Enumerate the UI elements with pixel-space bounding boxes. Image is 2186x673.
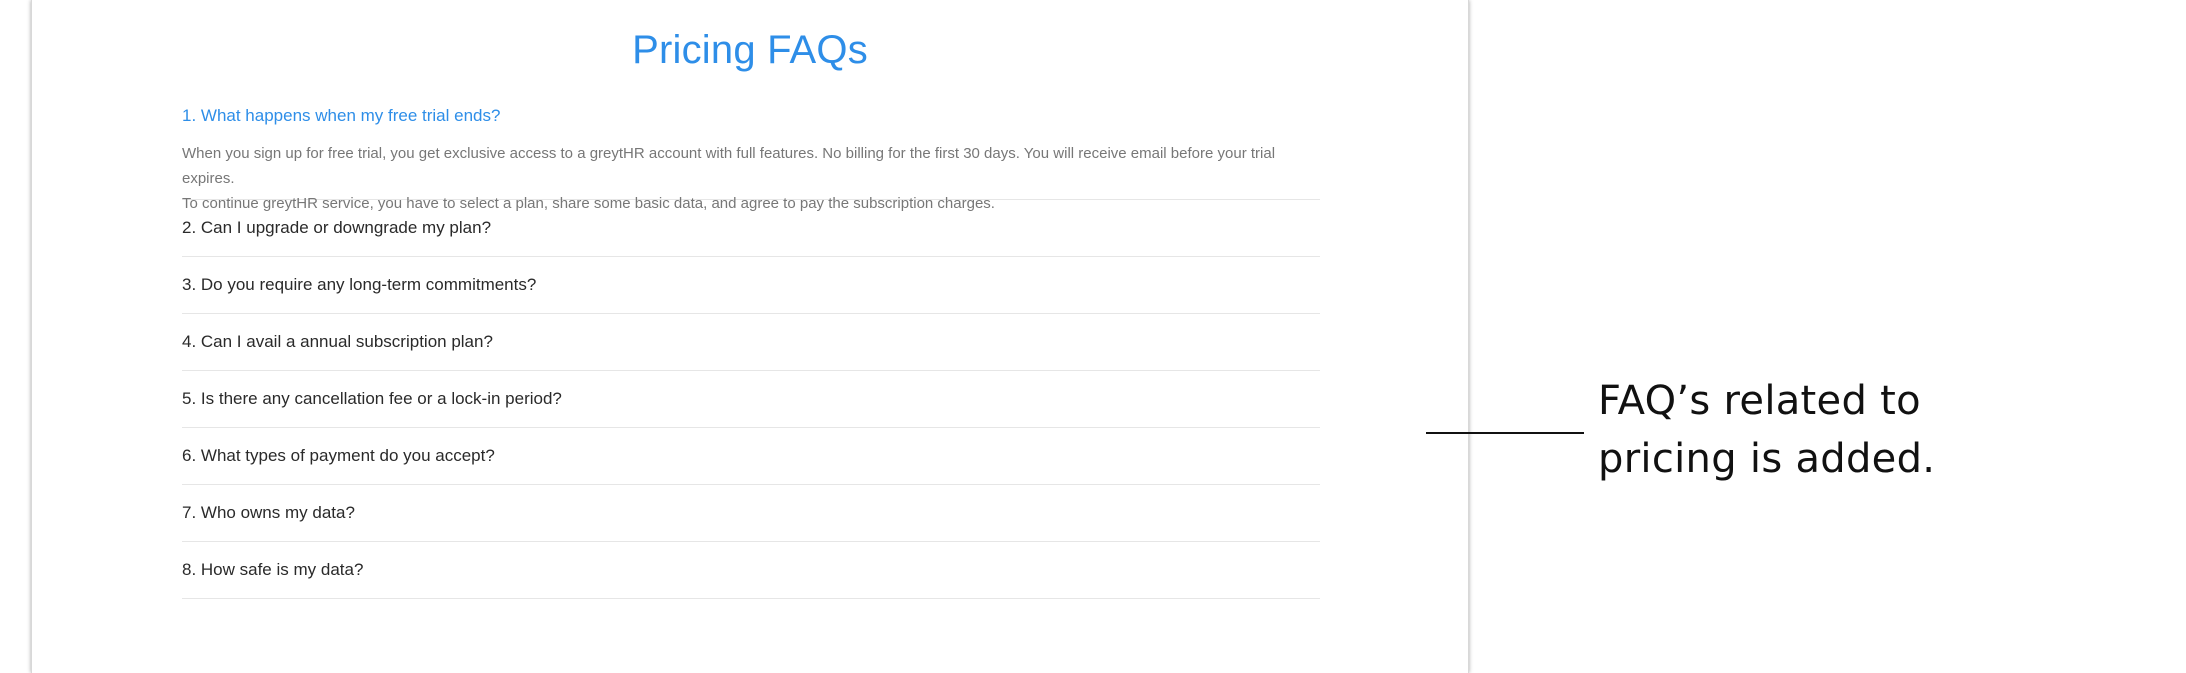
faq-question-7[interactable]: 7. Who owns my data?: [182, 503, 355, 523]
faq-question-1[interactable]: 1. What happens when my free trial ends?: [182, 105, 1320, 127]
canvas: Pricing FAQs 1. What happens when my fre…: [0, 0, 2186, 673]
faq-answer-1-line-2: To continue greytHR service, you have to…: [182, 195, 995, 212]
page-panel: Pricing FAQs 1. What happens when my fre…: [31, 0, 1469, 673]
faq-question-8[interactable]: 8. How safe is my data?: [182, 560, 363, 580]
faq-item-4[interactable]: 4. Can I avail a annual subscription pla…: [182, 314, 1320, 371]
faq-item-7[interactable]: 7. Who owns my data?: [182, 485, 1320, 542]
faq-question-4[interactable]: 4. Can I avail a annual subscription pla…: [182, 332, 493, 352]
faq-item-1: 1. What happens when my free trial ends?…: [182, 100, 1320, 212]
page-title: Pricing FAQs: [632, 28, 868, 72]
callout-line-1: FAQ’s related to: [1598, 378, 1921, 424]
faq-item-6[interactable]: 6. What types of payment do you accept?: [182, 428, 1320, 485]
faq-question-3[interactable]: 3. Do you require any long-term commitme…: [182, 275, 536, 295]
faq-question-5[interactable]: 5. Is there any cancellation fee or a lo…: [182, 389, 562, 409]
callout-line: [1426, 432, 1584, 434]
faq-question-6[interactable]: 6. What types of payment do you accept?: [182, 446, 495, 466]
faq-item-3[interactable]: 3. Do you require any long-term commitme…: [182, 257, 1320, 314]
faq-list: 1. What happens when my free trial ends?…: [182, 100, 1320, 599]
faq-answer-1-line-1: When you sign up for free trial, you get…: [182, 145, 1276, 187]
callout-line-2: pricing is added.: [1598, 436, 1936, 482]
faq-item-5[interactable]: 5. Is there any cancellation fee or a lo…: [182, 371, 1320, 428]
faq-question-2[interactable]: 2. Can I upgrade or downgrade my plan?: [182, 218, 491, 238]
faq-item-8[interactable]: 8. How safe is my data?: [182, 542, 1320, 599]
callout-annotation: FAQ’s related to pricing is added.: [1598, 372, 2018, 488]
